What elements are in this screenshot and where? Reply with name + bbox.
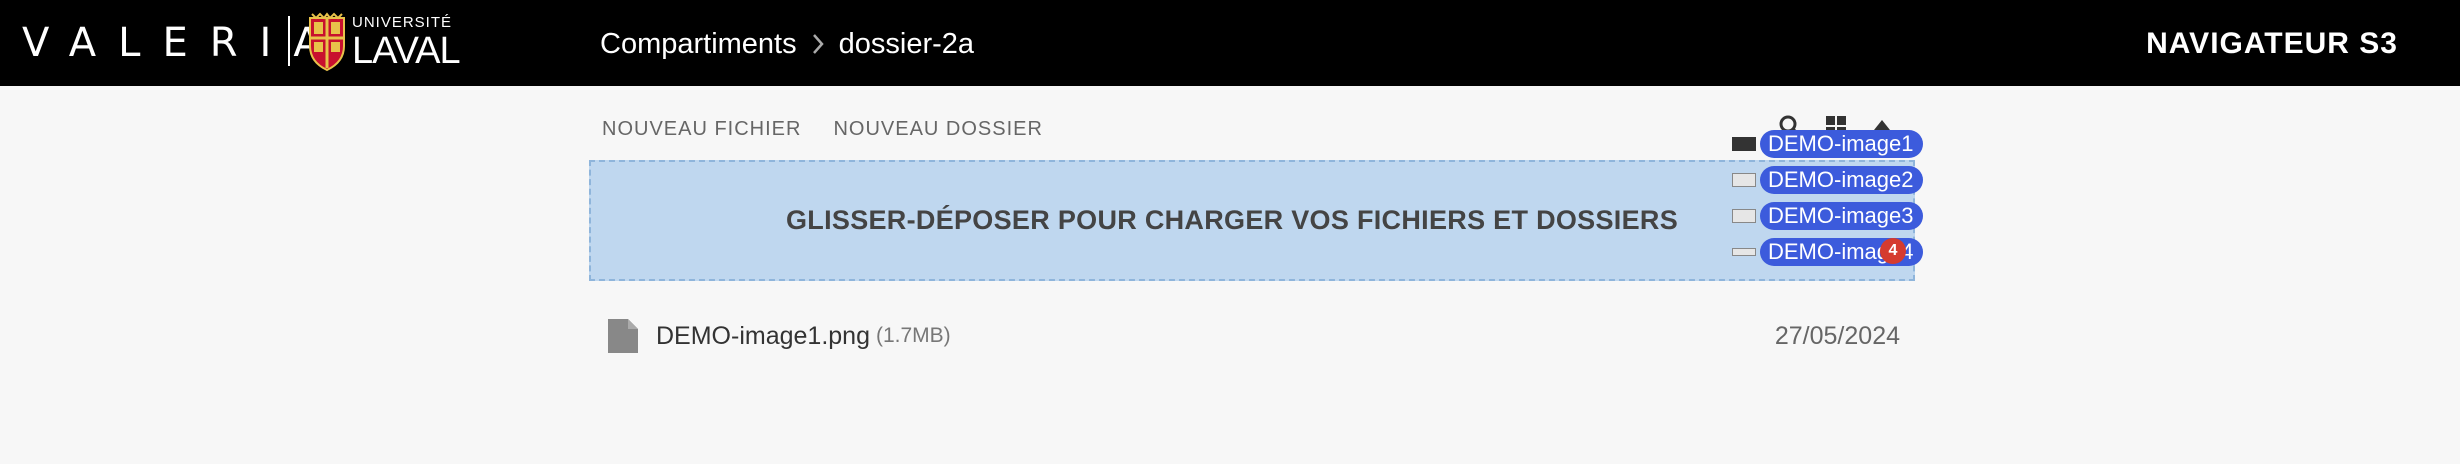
top-bar: VALERIA UNIVERSITÉ LAVAL Compartiments d… bbox=[0, 0, 2460, 86]
drag-item-label: DEMO-image1 bbox=[1760, 130, 1924, 158]
new-file-button[interactable]: NOUVEAU FICHIER bbox=[602, 118, 801, 141]
file-row[interactable]: DEMO-image1.png (1.7MB) 27/05/2024 bbox=[606, 314, 1900, 358]
new-folder-button[interactable]: NOUVEAU DOSSIER bbox=[833, 118, 1042, 141]
file-icon bbox=[608, 319, 638, 353]
upload-dropzone[interactable]: GLISSER-DÉPOSER POUR CHARGER VOS FICHIER… bbox=[589, 160, 1915, 281]
drag-item: DEMO-image2 bbox=[1732, 166, 1924, 194]
universite-laval-logo[interactable]: UNIVERSITÉ LAVAL bbox=[308, 9, 461, 75]
breadcrumb-compartiments[interactable]: Compartiments bbox=[600, 28, 797, 61]
logo-divider bbox=[288, 16, 290, 66]
breadcrumb: Compartiments dossier-2a bbox=[600, 24, 974, 64]
chevron-right-icon bbox=[812, 34, 824, 54]
drag-item-label: DEMO-image3 bbox=[1760, 202, 1924, 230]
image-thumbnail-icon bbox=[1732, 248, 1756, 256]
image-thumbnail-icon bbox=[1732, 137, 1756, 151]
drag-count-badge: 4 bbox=[1880, 238, 1906, 264]
dropzone-text: GLISSER-DÉPOSER POUR CHARGER VOS FICHIER… bbox=[785, 205, 1679, 235]
valeria-logo[interactable]: VALERIA bbox=[22, 20, 343, 66]
toolbar: NOUVEAU FICHIER NOUVEAU DOSSIER bbox=[602, 118, 1043, 141]
drag-item: DEMO-image1 bbox=[1732, 130, 1924, 158]
laval-label: LAVAL bbox=[352, 29, 461, 72]
file-name[interactable]: DEMO-image1.png bbox=[656, 322, 870, 351]
app-title: NAVIGATEUR S3 bbox=[2146, 27, 2398, 60]
drag-item: DEMO-image3 bbox=[1732, 202, 1924, 230]
university-label: UNIVERSITÉ bbox=[352, 13, 453, 31]
drag-item-label: DEMO-image2 bbox=[1760, 166, 1924, 194]
image-thumbnail-icon bbox=[1732, 209, 1756, 223]
file-date: 27/05/2024 bbox=[1774, 321, 1900, 350]
image-thumbnail-icon bbox=[1732, 173, 1756, 187]
file-size: (1.7MB) bbox=[875, 324, 951, 347]
crest-icon bbox=[309, 12, 345, 72]
breadcrumb-current-folder: dossier-2a bbox=[838, 27, 975, 60]
